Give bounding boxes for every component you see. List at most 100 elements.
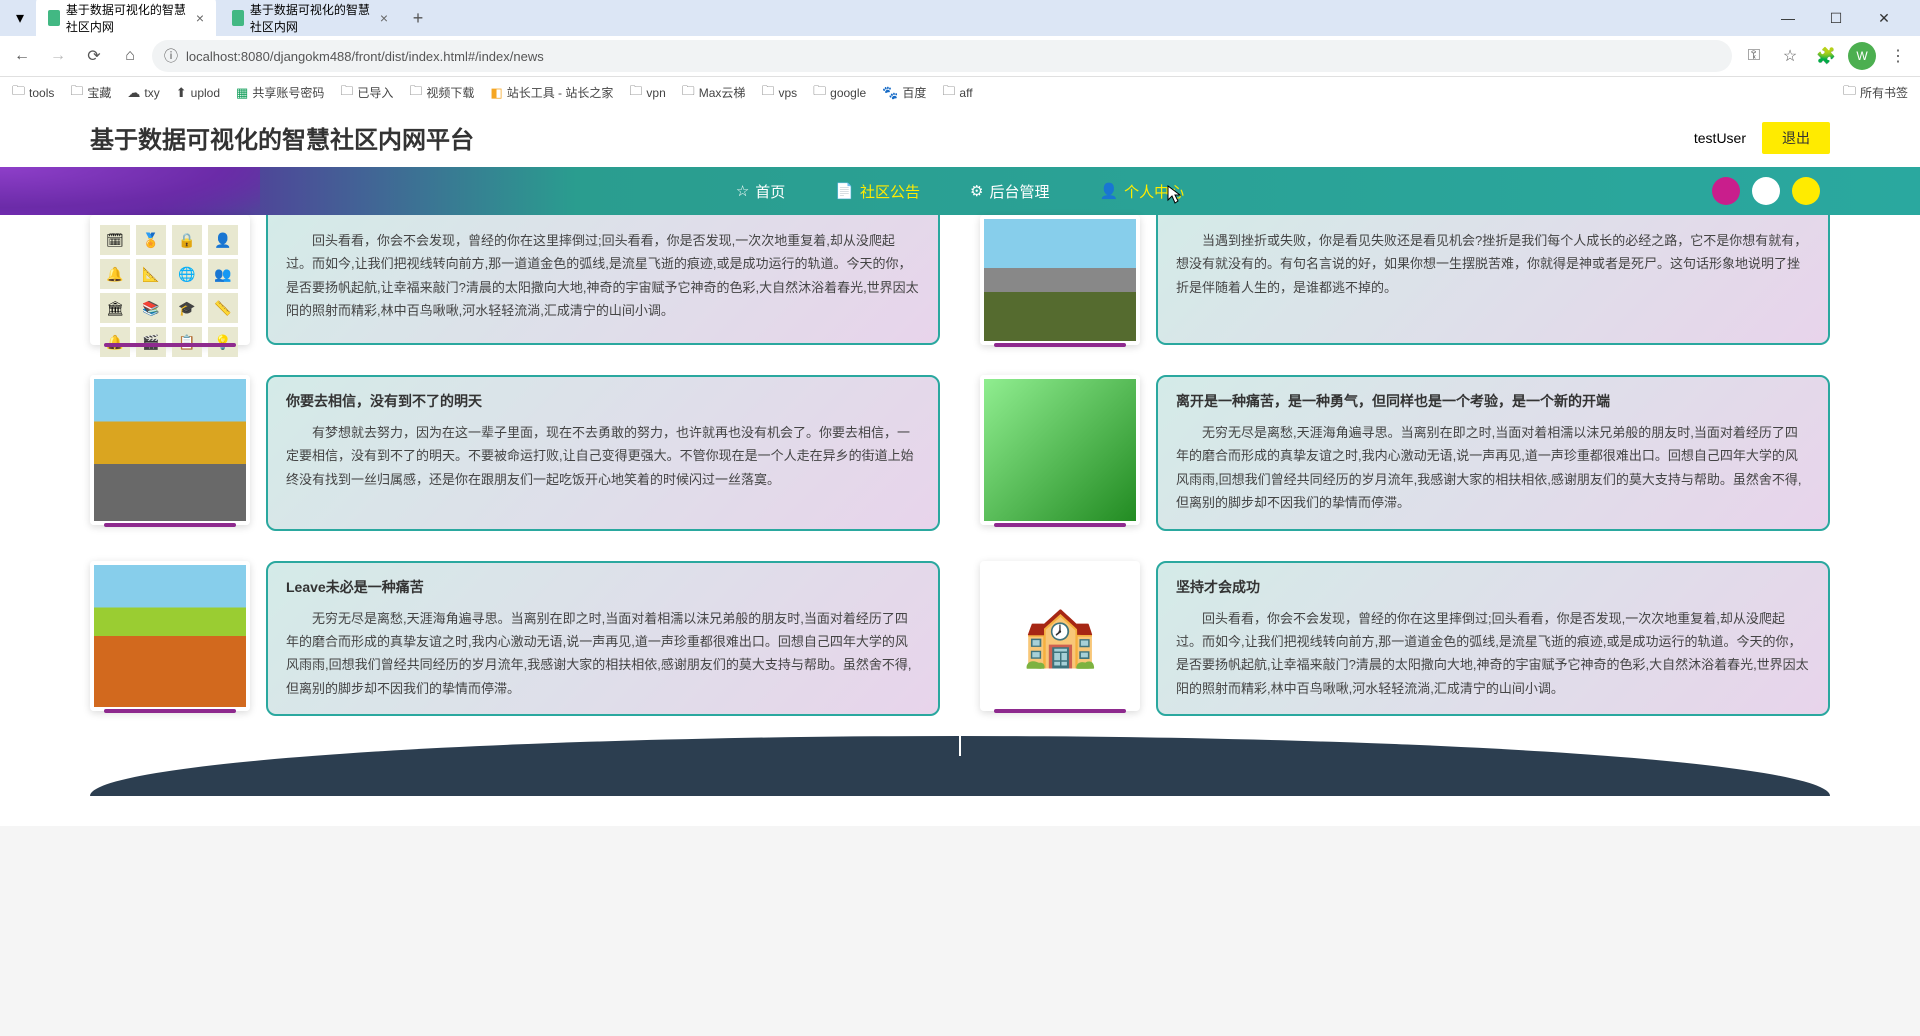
site-info-icon[interactable]: ⓘ: [164, 46, 178, 66]
tab-search-button[interactable]: ▾: [8, 6, 32, 30]
card-thumbnail: [90, 375, 250, 525]
folder-icon: 🗀: [340, 82, 353, 104]
nav-label: 后台管理: [989, 181, 1049, 202]
bookmark-uplod[interactable]: ⬆uplod: [176, 85, 220, 101]
minimize-button[interactable]: —: [1772, 6, 1804, 30]
nav-personal-center[interactable]: 👤 个人中心: [1099, 181, 1184, 202]
card-title: 坚持才会成功: [1176, 577, 1810, 597]
extensions-icon[interactable]: 🧩: [1812, 42, 1840, 70]
menu-button[interactable]: ⋮: [1884, 42, 1912, 70]
news-card[interactable]: 🏫 坚持才会成功 回头看看，你会不会发现，曾经的你在这里摔倒过;回头看看，你是否…: [980, 561, 1830, 717]
nav-bar: ← → ⟳ ⌂ ⓘ localhost:8080/djangokm488/fro…: [0, 36, 1920, 76]
nav-label: 首页: [755, 181, 785, 202]
theme-dot-yellow[interactable]: [1792, 177, 1820, 205]
card-text: 当遇到挫折或失败，你是看见失败还是看见机会?挫折是我们每个人成长的必经之路，它不…: [1176, 229, 1810, 299]
bookmark-video[interactable]: 🗀视频下载: [409, 82, 474, 104]
back-button[interactable]: ←: [8, 42, 36, 70]
close-icon[interactable]: ×: [380, 10, 388, 26]
card-thumbnail: [980, 215, 1140, 345]
folder-icon: 🗀: [70, 82, 83, 104]
bookmark-vps[interactable]: 🗀vps: [761, 82, 797, 104]
theme-color-picker: [1712, 177, 1820, 205]
folder-icon: 🗀: [761, 82, 774, 104]
card-text: 回头看看，你会不会发现，曾经的你在这里摔倒过;回头看看，你是否发现,一次次地重复…: [286, 229, 920, 323]
bookmark-imported[interactable]: 🗀已导入: [340, 82, 393, 104]
theme-dot-magenta[interactable]: [1712, 177, 1740, 205]
news-card[interactable]: Leave未必是一种痛苦 无穷无尽是离愁,天涯海角遍寻思。当离别在即之时,当面对…: [90, 561, 940, 717]
news-card[interactable]: 当遇到挫折或失败，你是看见失败还是看见机会?挫折是我们每个人成长的必经之路，它不…: [980, 215, 1830, 345]
card-text: 有梦想就去努力，因为在这一辈子里面，现在不去勇敢的努力，也许就再也没有机会了。你…: [286, 421, 920, 491]
close-window-button[interactable]: ✕: [1868, 6, 1900, 30]
tab-title: 基于数据可视化的智慧社区内网: [250, 1, 374, 35]
card-text: 无穷无尽是离愁,天涯海角遍寻思。当离别在即之时,当面对着相濡以沫兄弟般的朋友时,…: [1176, 421, 1810, 515]
maximize-button[interactable]: ☐: [1820, 6, 1852, 30]
main-nav: ☆ 首页 📄 社区公告 ⚙ 后台管理 👤 个人中心: [0, 167, 1920, 215]
nav-label: 社区公告: [860, 181, 920, 202]
nav-community-notice[interactable]: 📄 社区公告: [835, 181, 920, 202]
card-title: 你要去相信，没有到不了的明天: [286, 391, 920, 411]
cursor-icon: [1167, 185, 1183, 205]
url-bar[interactable]: ⓘ localhost:8080/djangokm488/front/dist/…: [152, 40, 1732, 72]
card-thumbnail: 🏫: [980, 561, 1140, 711]
all-bookmarks-button[interactable]: 🗀所有书签: [1843, 82, 1908, 104]
home-button[interactable]: ⌂: [116, 42, 144, 70]
bookmark-vpn[interactable]: 🗀vpn: [629, 82, 665, 104]
card-thumbnail: [90, 561, 250, 711]
card-title: Leave未必是一种痛苦: [286, 577, 920, 597]
bookmark-aff[interactable]: 🗀aff: [942, 82, 972, 104]
document-icon: 📄: [835, 182, 854, 200]
bookmark-baidu[interactable]: 🐾百度: [882, 84, 926, 101]
page-content: 基于数据可视化的智慧社区内网平台 testUser 退出 ☆ 首页 📄 社区公告…: [0, 108, 1920, 826]
news-card[interactable]: 🗓🏅🔒👤 🔔📐🌐👥 🏛📚🎓📏 🔔🎬📋💡 回头看看，你会不会发现，曾经的你在这里摔…: [90, 215, 940, 345]
bookmark-txy[interactable]: ☁txy: [127, 85, 159, 101]
favicon-icon: [48, 10, 60, 26]
card-text: 无穷无尽是离愁,天涯海角遍寻思。当离别在即之时,当面对着相濡以沫兄弟般的朋友时,…: [286, 607, 920, 701]
bookmark-max[interactable]: 🗀Max云梯: [682, 82, 746, 104]
browser-chrome: ▾ 基于数据可视化的智慧社区内网 × 基于数据可视化的智慧社区内网 × + — …: [0, 0, 1920, 108]
card-body: Leave未必是一种痛苦 无穷无尽是离愁,天涯海角遍寻思。当离别在即之时,当面对…: [266, 561, 940, 717]
nav-home[interactable]: ☆ 首页: [736, 181, 785, 202]
bookmark-webmaster[interactable]: ◧站长工具 - 站长之家: [490, 84, 613, 101]
bookmark-share-account[interactable]: ▦共享账号密码: [236, 84, 324, 101]
window-controls: — ☐ ✕: [1772, 6, 1912, 30]
site-icon: ◧: [490, 85, 502, 101]
browser-tab-active[interactable]: 基于数据可视化的智慧社区内网 ×: [36, 0, 216, 41]
page-header: 基于数据可视化的智慧社区内网平台 testUser 退出: [0, 108, 1920, 167]
forward-button[interactable]: →: [44, 42, 72, 70]
folder-icon: 🗀: [682, 82, 695, 104]
user-icon: 👤: [1099, 182, 1118, 200]
reload-button[interactable]: ⟳: [80, 42, 108, 70]
username-label[interactable]: testUser: [1694, 130, 1746, 146]
new-tab-button[interactable]: +: [404, 4, 432, 32]
card-thumbnail: 🗓🏅🔒👤 🔔📐🌐👥 🏛📚🎓📏 🔔🎬📋💡: [90, 215, 250, 345]
news-grid: 🗓🏅🔒👤 🔔📐🌐👥 🏛📚🎓📏 🔔🎬📋💡 回头看看，你会不会发现，曾经的你在这里摔…: [90, 215, 1830, 716]
card-body: 当遇到挫折或失败，你是看见失败还是看见机会?挫折是我们每个人成长的必经之路，它不…: [1156, 215, 1830, 345]
upload-icon: ⬆: [176, 85, 187, 101]
cloud-icon: ☁: [127, 85, 140, 101]
bookmark-treasure[interactable]: 🗀宝藏: [70, 82, 111, 104]
card-body: 离开是一种痛苦，是一种勇气，但同样也是一个考验，是一个新的开端 无穷无尽是离愁,…: [1156, 375, 1830, 531]
bookmark-star-icon[interactable]: ☆: [1776, 42, 1804, 70]
theme-dot-white[interactable]: [1752, 177, 1780, 205]
folder-icon: 🗀: [1843, 82, 1856, 104]
gear-icon: ⚙: [970, 182, 983, 200]
folder-icon: 🗀: [409, 82, 422, 104]
profile-avatar[interactable]: W: [1848, 42, 1876, 70]
browser-tab-inactive[interactable]: 基于数据可视化的智慧社区内网 ×: [220, 0, 400, 41]
page-title: 基于数据可视化的智慧社区内网平台: [90, 120, 474, 155]
folder-icon: 🗀: [12, 82, 25, 104]
tab-bar: ▾ 基于数据可视化的智慧社区内网 × 基于数据可视化的智慧社区内网 × + — …: [0, 0, 1920, 36]
news-card[interactable]: 你要去相信，没有到不了的明天 有梦想就去努力，因为在这一辈子里面，现在不去勇敢的…: [90, 375, 940, 531]
card-thumbnail: [980, 375, 1140, 525]
logout-button[interactable]: 退出: [1762, 122, 1830, 154]
close-icon[interactable]: ×: [196, 10, 204, 26]
password-icon[interactable]: ⚿: [1740, 42, 1768, 70]
sheet-icon: ▦: [236, 85, 248, 101]
nav-admin[interactable]: ⚙ 后台管理: [970, 181, 1049, 202]
paw-icon: 🐾: [882, 85, 898, 101]
bookmark-tools[interactable]: 🗀tools: [12, 82, 54, 104]
news-card[interactable]: 离开是一种痛苦，是一种勇气，但同样也是一个考验，是一个新的开端 无穷无尽是离愁,…: [980, 375, 1830, 531]
bookmark-google[interactable]: 🗀google: [813, 82, 866, 104]
star-icon: ☆: [736, 182, 749, 200]
card-text: 回头看看，你会不会发现，曾经的你在这里摔倒过;回头看看，你是否发现,一次次地重复…: [1176, 607, 1810, 701]
